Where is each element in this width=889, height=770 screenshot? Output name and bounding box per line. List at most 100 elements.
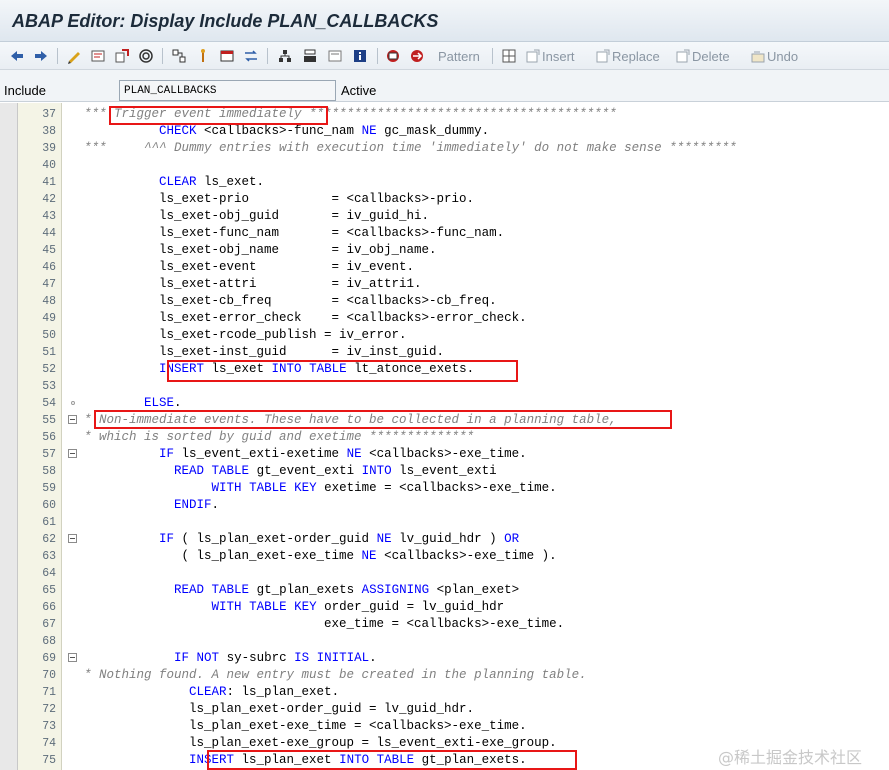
line-number: 46 bbox=[42, 261, 56, 274]
line-number: 64 bbox=[42, 567, 56, 580]
code-line[interactable]: 49 ls_exet-error_check = <callbacks>-err… bbox=[0, 310, 889, 327]
code-line[interactable]: 70 * Nothing found. A new entry must be c… bbox=[0, 667, 889, 684]
code-line[interactable]: 66 WITH TABLE KEY order_guid = lv_guid_h… bbox=[0, 599, 889, 616]
code-line[interactable]: 56 * which is sorted by guid and exetime … bbox=[0, 429, 889, 446]
navigate-icon[interactable] bbox=[409, 47, 425, 65]
replace-button[interactable]: Replace bbox=[596, 47, 660, 65]
code-line[interactable]: 51 ls_exet-inst_guid = iv_inst_guid. bbox=[0, 344, 889, 361]
line-number: 50 bbox=[42, 329, 56, 342]
code-line[interactable]: 57 IF ls_event_exti-exetime NE <callback… bbox=[0, 446, 889, 463]
code-line[interactable]: 39 *** ^^^ Dummy entries with execution t… bbox=[0, 140, 889, 157]
code-text: *** ^^^ Dummy entries with execution tim… bbox=[84, 141, 737, 155]
forward-icon[interactable] bbox=[33, 47, 49, 65]
code-line[interactable]: 61 bbox=[0, 514, 889, 531]
line-number: 74 bbox=[42, 737, 56, 750]
line-number: 37 bbox=[42, 108, 56, 121]
watermark: @稀土掘金技术社区 bbox=[718, 748, 863, 767]
window-title: ABAP Editor: Display Include PLAN_CALLBA… bbox=[12, 11, 439, 31]
code-line[interactable]: 65 READ TABLE gt_plan_exets ASSIGNING <p… bbox=[0, 582, 889, 599]
code-line[interactable]: 46 ls_exet-event = iv_event. bbox=[0, 259, 889, 276]
line-number: 57 bbox=[42, 448, 56, 461]
insert-button-label: Insert bbox=[542, 48, 575, 64]
replace-button-label: Replace bbox=[612, 48, 660, 64]
code-line[interactable]: 50 ls_exet-rcode_publish = iv_error. bbox=[0, 327, 889, 344]
code-text: * Nothing found. A new entry must be cre… bbox=[84, 668, 587, 682]
help-icon[interactable] bbox=[352, 47, 368, 65]
code-line[interactable]: 42 ls_exet-prio = <callbacks>-prio. bbox=[0, 191, 889, 208]
code-editor[interactable]: 37 *** Trigger event immediately ********… bbox=[0, 103, 889, 770]
code-text: exe_time = <callbacks>-exe_time. bbox=[84, 617, 565, 631]
line-number: 54 bbox=[42, 397, 56, 410]
navigation-window-icon[interactable] bbox=[243, 47, 259, 65]
enhance-icon[interactable] bbox=[277, 47, 293, 65]
code-line[interactable]: 62 IF ( ls_plan_exet-order_guid NE lv_gu… bbox=[0, 531, 889, 548]
replace-icon bbox=[596, 49, 610, 63]
application-toolbar: Pattern Insert Replace Delete Undo bbox=[0, 42, 889, 70]
code-line[interactable]: 68 bbox=[0, 633, 889, 650]
code-text: INSERT ls_plan_exet INTO TABLE gt_plan_e… bbox=[189, 753, 527, 767]
set-breakpoint-icon[interactable] bbox=[197, 47, 209, 65]
code-line[interactable]: 63 ( ls_plan_exet-exe_time NE <callbacks… bbox=[0, 548, 889, 565]
code-line[interactable]: 60 ENDIF. bbox=[0, 497, 889, 514]
display-change-icon[interactable] bbox=[66, 47, 82, 65]
other-object-icon[interactable] bbox=[114, 47, 130, 65]
code-line[interactable]: 73 ls_plan_exet-exe_time = <callbacks>-e… bbox=[0, 718, 889, 735]
undo-button-label: Undo bbox=[767, 48, 799, 64]
code-line[interactable]: 69 IF NOT sy-subrc IS INITIAL. bbox=[0, 650, 889, 667]
toolbar-separator bbox=[492, 48, 493, 64]
code-text: ( ls_plan_exet-exe_time NE <callbacks>-e… bbox=[84, 549, 557, 563]
insert-button[interactable]: Insert bbox=[526, 47, 575, 65]
line-number: 43 bbox=[42, 210, 56, 223]
code-line[interactable]: 72 ls_plan_exet-order_guid = lv_guid_hdr… bbox=[0, 701, 889, 718]
where-used-icon[interactable] bbox=[171, 47, 187, 65]
code-line[interactable]: 45 ls_exet-obj_name = iv_obj_name. bbox=[0, 242, 889, 259]
code-line[interactable]: 44 ls_exet-func_nam = <callbacks>-func_n… bbox=[0, 225, 889, 242]
code-line[interactable]: 71 CLEAR: ls_plan_exet. bbox=[0, 684, 889, 701]
line-number: 60 bbox=[42, 499, 56, 512]
code-line[interactable]: 54 ELSE. bbox=[0, 395, 889, 412]
object-list-icon[interactable] bbox=[219, 47, 235, 65]
window-title-bar: ABAP Editor: Display Include PLAN_CALLBA… bbox=[0, 0, 889, 42]
code-line[interactable]: 43 ls_exet-obj_guid = iv_guid_hi. bbox=[0, 208, 889, 225]
delete-button[interactable]: Delete bbox=[676, 47, 730, 65]
display-object-icon[interactable] bbox=[302, 47, 318, 65]
code-text: IF ( ls_plan_exet-order_guid NE lv_guid_… bbox=[159, 532, 520, 546]
code-line[interactable]: 67 exe_time = <callbacks>-exe_time. bbox=[0, 616, 889, 633]
code-line[interactable]: 53 bbox=[0, 378, 889, 395]
collapse-block-icon[interactable] bbox=[68, 534, 77, 543]
undo-button[interactable]: Undo bbox=[751, 47, 798, 65]
line-number: 72 bbox=[42, 703, 56, 716]
line-number: 68 bbox=[42, 635, 56, 648]
back-icon[interactable] bbox=[9, 47, 25, 65]
code-line[interactable]: 37 *** Trigger event immediately ********… bbox=[0, 106, 889, 123]
code-line[interactable]: 38 CHECK <callbacks>-func_nam NE gc_mask… bbox=[0, 123, 889, 140]
code-line[interactable]: 52 INSERT ls_exet INTO TABLE lt_atonce_e… bbox=[0, 361, 889, 378]
collapse-block-icon[interactable] bbox=[68, 415, 77, 424]
pretty-printer-icon[interactable] bbox=[327, 47, 343, 65]
line-number: 45 bbox=[42, 244, 56, 257]
line-number: 56 bbox=[42, 431, 56, 444]
code-line[interactable]: 48 ls_exet-cb_freq = <callbacks>-cb_freq… bbox=[0, 293, 889, 310]
activate-icon[interactable] bbox=[138, 47, 154, 65]
line-number: 55 bbox=[42, 414, 56, 427]
code-line[interactable]: 64 bbox=[0, 565, 889, 582]
split-line-icon[interactable] bbox=[501, 47, 517, 65]
code-text: CHECK <callbacks>-func_nam NE gc_mask_du… bbox=[159, 124, 490, 138]
pattern-button[interactable]: Pattern bbox=[436, 47, 480, 65]
active-inactive-icon[interactable] bbox=[90, 47, 106, 65]
code-line[interactable]: 58 READ TABLE gt_event_exti INTO ls_even… bbox=[0, 463, 889, 480]
code-line[interactable]: 40 bbox=[0, 157, 889, 174]
line-number: 39 bbox=[42, 142, 56, 155]
code-line[interactable]: 47 ls_exet-attri = iv_attri1. bbox=[0, 276, 889, 293]
line-number: 58 bbox=[42, 465, 56, 478]
code-text: READ TABLE gt_event_exti INTO ls_event_e… bbox=[174, 464, 497, 478]
pattern-icon[interactable] bbox=[385, 47, 401, 65]
line-number: 75 bbox=[42, 754, 56, 767]
include-name-field[interactable]: PLAN_CALLBACKS bbox=[119, 80, 336, 101]
collapse-block-icon[interactable] bbox=[68, 449, 77, 458]
collapse-block-icon[interactable] bbox=[68, 653, 77, 662]
code-line[interactable]: 59 WITH TABLE KEY exetime = <callbacks>-… bbox=[0, 480, 889, 497]
code-line[interactable]: 41 CLEAR ls_exet. bbox=[0, 174, 889, 191]
code-line[interactable]: 55 * Non-immediate events. These have to … bbox=[0, 412, 889, 429]
line-number: 41 bbox=[42, 176, 56, 189]
